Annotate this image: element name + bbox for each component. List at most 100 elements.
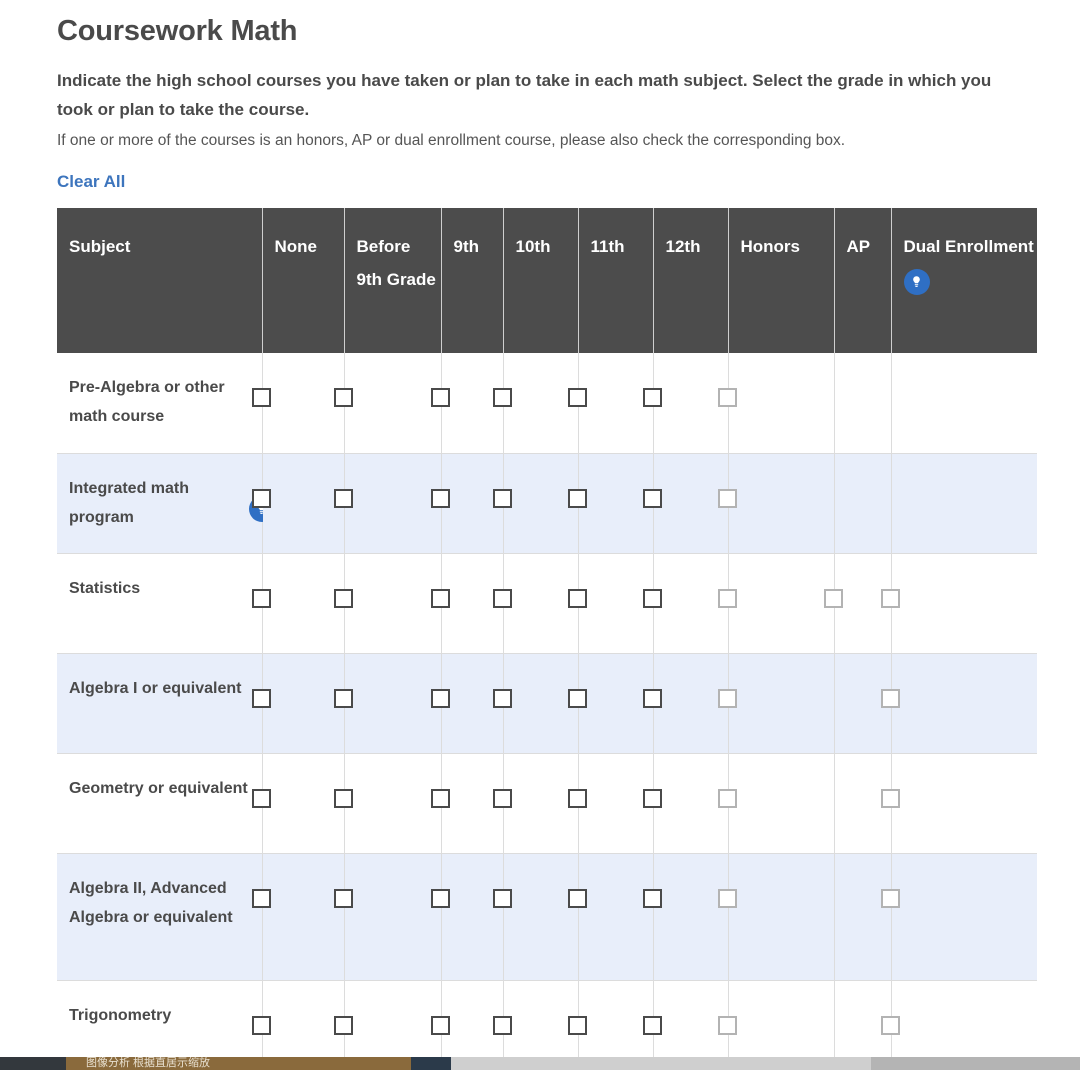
clear-all-link[interactable]: Clear All (57, 172, 125, 192)
column-header-label: Honors (740, 237, 801, 256)
table-row: Algebra II, Advanced Algebra or equivale… (57, 853, 1037, 981)
column-header-g11: 11th (578, 208, 654, 353)
checkbox-g11[interactable] (567, 488, 587, 508)
checkbox-dual (880, 788, 900, 808)
checkbox-g12[interactable] (642, 388, 662, 407)
checkbox-before9[interactable] (333, 1015, 353, 1035)
checkbox-dual (880, 588, 900, 608)
checkbox-none[interactable] (251, 388, 271, 407)
checkbox-none[interactable] (251, 488, 271, 508)
cell-none (251, 353, 345, 454)
subject-label: Statistics (69, 579, 141, 597)
checkbox-g10[interactable] (492, 788, 512, 808)
table-row: Algebra I or equivalent (57, 653, 1037, 754)
checkbox-honors (717, 788, 737, 808)
column-header-dual: Dual Enrollment (891, 208, 1037, 353)
checkbox-g12[interactable] (642, 1015, 662, 1035)
checkbox-none[interactable] (251, 888, 271, 908)
checkbox-g10[interactable] (492, 888, 512, 908)
checkbox-g12[interactable] (642, 588, 662, 608)
subject-cell: Geometry or equivalent (57, 753, 263, 854)
checkbox-g11[interactable] (567, 388, 587, 407)
checkbox-honors (717, 888, 737, 908)
column-header-label: Dual Enrollment (903, 237, 1034, 256)
checkbox-g10[interactable] (492, 688, 512, 708)
checkbox-g11[interactable] (567, 688, 587, 708)
checkbox-g12[interactable] (642, 888, 662, 908)
cell-honors (717, 353, 835, 454)
cell-none (251, 453, 345, 554)
subject-label: Integrated math program (69, 479, 190, 526)
checkbox-none[interactable] (251, 788, 271, 808)
cell-before9 (333, 753, 442, 854)
column-header-g10: 10th (503, 208, 579, 353)
checkbox-g10[interactable] (492, 488, 512, 508)
subject-label: Algebra II, Advanced Algebra or equivale… (69, 879, 233, 926)
cell-ap (834, 853, 892, 981)
checkbox-g9[interactable] (430, 388, 450, 407)
cell-none (251, 753, 345, 854)
taskbar-start-button[interactable] (0, 1057, 66, 1070)
checkbox-g11[interactable] (567, 788, 587, 808)
checkbox-g12[interactable] (642, 788, 662, 808)
checkbox-before9[interactable] (333, 888, 353, 908)
coursework-table-wrapper: Subject None Before 9th Grade 9th 10th 11th 12… (57, 208, 1037, 1070)
checkbox-g12[interactable] (642, 688, 662, 708)
subject-cell: Algebra II, Advanced Algebra or equivale… (57, 853, 263, 981)
cell-dual (891, 353, 1037, 454)
column-header-g12: 12th (653, 208, 729, 353)
checkbox-before9[interactable] (333, 588, 353, 608)
checkbox-g9[interactable] (430, 588, 450, 608)
cell-dual (880, 553, 1037, 654)
cell-none (251, 853, 345, 981)
column-header-honors: Honors (728, 208, 835, 353)
checkbox-before9[interactable] (333, 488, 353, 508)
checkbox-g12[interactable] (642, 488, 662, 508)
subject-cell: Pre-Algebra or other math course (57, 353, 263, 454)
checkbox-g10[interactable] (492, 588, 512, 608)
taskbar-tray (451, 1057, 871, 1070)
checkbox-g9[interactable] (430, 688, 450, 708)
column-header-before9: Before 9th Grade (344, 208, 442, 353)
checkbox-g11[interactable] (567, 588, 587, 608)
coursework-table: Subject None Before 9th Grade 9th 10th 11th 12… (57, 208, 1037, 1070)
checkbox-honors (717, 488, 737, 508)
checkbox-g9[interactable] (430, 488, 450, 508)
checkbox-honors (717, 588, 737, 608)
checkbox-dual (880, 888, 900, 908)
checkbox-g9[interactable] (430, 788, 450, 808)
form-content: Coursework Math Indicate the high school… (57, 0, 1037, 1070)
cell-honors (717, 853, 835, 981)
column-header-subject: Subject (57, 208, 263, 353)
checkbox-before9[interactable] (333, 388, 353, 407)
cell-before9 (333, 553, 442, 654)
checkbox-g11[interactable] (567, 888, 587, 908)
cell-before9 (333, 453, 442, 554)
checkbox-g10[interactable] (492, 388, 512, 407)
checkbox-g9[interactable] (430, 1015, 450, 1035)
column-header-label: 9th (453, 237, 480, 256)
subject-cell: Algebra I or equivalent (57, 653, 263, 754)
subject-cell: Integrated math program (57, 453, 275, 554)
cell-honors (717, 753, 835, 854)
taskbar-window-item-2[interactable] (411, 1057, 451, 1070)
checkbox-none[interactable] (251, 1015, 271, 1035)
cell-dual (880, 753, 1037, 854)
instructions-text: Indicate the high school courses you hav… (57, 71, 992, 119)
subject-label: Trigonometry (69, 1006, 172, 1024)
table-row: Integrated math program (57, 453, 1037, 554)
lightbulb-icon[interactable] (903, 268, 930, 295)
checkbox-g11[interactable] (567, 1015, 587, 1035)
header-row: Subject None Before 9th Grade 9th 10th 11th 12… (57, 208, 1037, 353)
checkbox-before9[interactable] (333, 788, 353, 808)
checkbox-none[interactable] (251, 588, 271, 608)
cell-dual (880, 853, 1037, 981)
checkbox-g10[interactable] (492, 1015, 512, 1035)
subject-cell: Statistics (57, 553, 263, 654)
checkbox-none[interactable] (251, 688, 271, 708)
checkbox-g9[interactable] (430, 888, 450, 908)
subject-label: Geometry or equivalent (69, 779, 248, 797)
checkbox-dual (880, 688, 900, 708)
checkbox-before9[interactable] (333, 688, 353, 708)
column-header-ap: AP (834, 208, 892, 353)
